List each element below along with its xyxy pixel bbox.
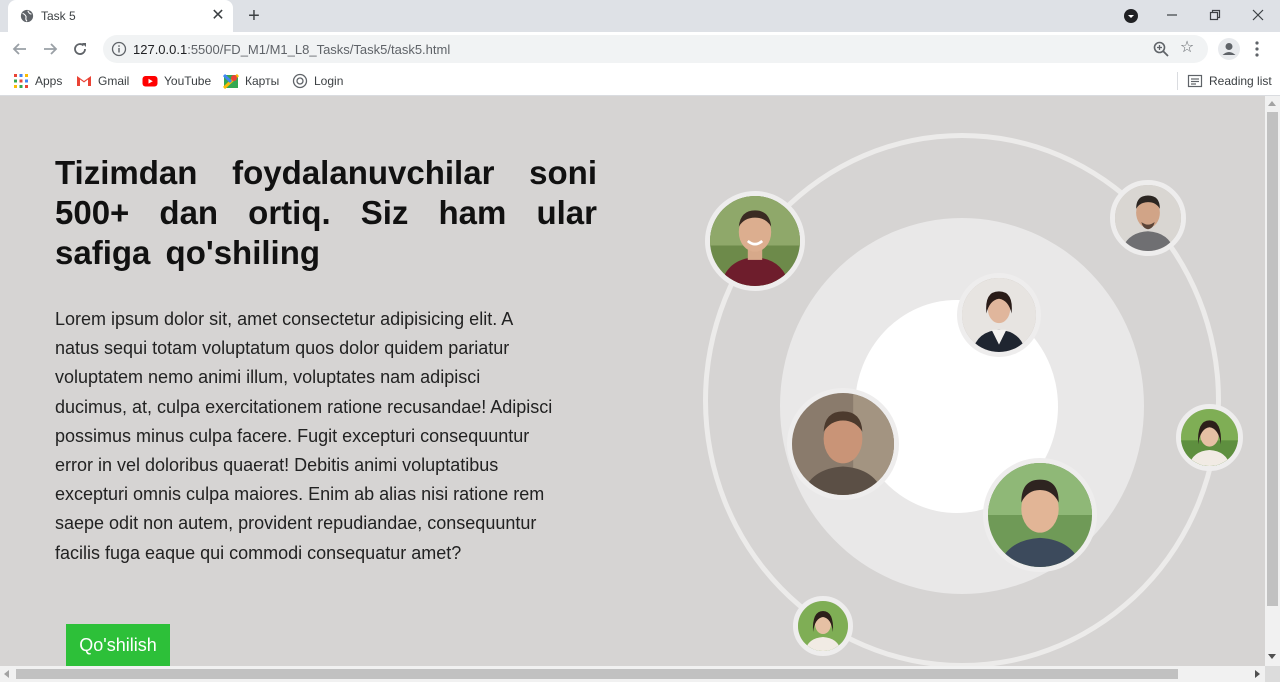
person-photo-icon: [798, 601, 848, 651]
url-path: :5500/FD_M1/M1_L8_Tasks/Task5/task5.html: [187, 42, 451, 57]
user-avatar: [787, 388, 899, 500]
scrollbar-corner: [1265, 666, 1280, 682]
browser-toolbar: 127.0.0.1:5500/FD_M1/M1_L8_Tasks/Task5/t…: [0, 32, 1280, 66]
bookmark-label: Gmail: [98, 74, 130, 88]
tab-search-button[interactable]: [1120, 6, 1142, 26]
back-button[interactable]: [8, 37, 32, 61]
more-vert-icon: [1255, 41, 1259, 57]
user-avatar: [793, 596, 853, 656]
bookmark-star-icon[interactable]: ☆: [1178, 39, 1196, 57]
bookmarks-bar: Apps Gmail YouTube Карты Login Reading l…: [0, 66, 1280, 96]
page-description: Lorem ipsum dolor sit, amet consectetur …: [55, 309, 553, 563]
browser-menu-button[interactable]: [1250, 38, 1264, 60]
reading-list-button[interactable]: Reading list: [1187, 72, 1272, 90]
bookmark-login[interactable]: Login: [292, 72, 343, 90]
reading-list-icon: [1187, 74, 1203, 88]
bookmark-youtube[interactable]: YouTube: [142, 72, 211, 90]
horizontal-scroll-thumb[interactable]: [16, 669, 1178, 679]
reading-list-label: Reading list: [1209, 74, 1272, 88]
bookmark-label: Apps: [35, 74, 63, 88]
tab-close-icon[interactable]: ✕: [208, 6, 228, 26]
person-icon: [1222, 43, 1236, 55]
user-avatar: [983, 458, 1097, 572]
arrow-right-icon: [44, 43, 58, 55]
url-host: 127.0.0.1: [133, 42, 188, 57]
reload-button[interactable]: [68, 37, 92, 61]
minimize-button[interactable]: [1161, 6, 1183, 26]
scroll-left-arrow-icon[interactable]: [4, 670, 9, 678]
vertical-scroll-thumb[interactable]: [1267, 112, 1278, 606]
bookmark-apps[interactable]: Apps: [13, 72, 62, 90]
close-icon: [1252, 9, 1264, 21]
person-photo-icon: [988, 463, 1092, 567]
tab-strip: Task 5 ✕ +: [0, 0, 1280, 32]
tab-title: Task 5: [41, 9, 76, 23]
page-headline: Tizimdan foydalanuvchilar soni 500+ dan …: [55, 154, 597, 271]
youtube-icon: [142, 76, 158, 87]
info-icon[interactable]: [111, 41, 127, 57]
bookmark-label: Карты: [245, 74, 280, 88]
bookmarks-separator: [1177, 72, 1178, 90]
person-photo-icon: [792, 393, 894, 495]
restore-button[interactable]: [1204, 6, 1226, 26]
url-text[interactable]: 127.0.0.1:5500/FD_M1/M1_L8_Tasks/Task5/t…: [133, 42, 450, 57]
person-photo-icon: [1181, 409, 1238, 466]
user-avatar: [705, 191, 805, 291]
bookmark-label: Login: [314, 74, 344, 88]
bookmark-maps[interactable]: Карты: [223, 72, 279, 90]
new-tab-button[interactable]: +: [243, 5, 265, 27]
person-photo-icon: [962, 278, 1036, 352]
user-avatar: [1110, 180, 1186, 256]
page-viewport: Tizimdan foydalanuvchilar soni 500+ dan …: [0, 96, 1265, 666]
join-button[interactable]: Qo'shilish: [66, 624, 170, 666]
arrow-left-icon: [12, 43, 26, 55]
person-photo-icon: [1115, 185, 1181, 251]
zoom-icon[interactable]: [1152, 40, 1170, 58]
profile-avatar-button[interactable]: [1218, 38, 1240, 60]
bookmark-gmail[interactable]: Gmail: [76, 72, 129, 90]
horizontal-scrollbar[interactable]: [0, 666, 1265, 682]
close-window-button[interactable]: [1247, 6, 1269, 26]
scroll-down-arrow-icon[interactable]: [1268, 654, 1276, 659]
address-bar[interactable]: 127.0.0.1:5500/FD_M1/M1_L8_Tasks/Task5/t…: [103, 35, 1208, 63]
user-avatar: [1176, 404, 1243, 471]
scroll-right-arrow-icon[interactable]: [1255, 670, 1260, 678]
user-avatar: [957, 273, 1041, 357]
globe-icon: [20, 9, 34, 23]
bookmark-label: YouTube: [164, 74, 212, 88]
apps-grid-icon: [14, 74, 28, 88]
maps-icon: [223, 73, 239, 89]
chevron-down-circle-icon: [1124, 9, 1138, 23]
login-icon: [292, 73, 308, 89]
scroll-up-arrow-icon[interactable]: [1268, 101, 1276, 106]
gmail-icon: [77, 76, 91, 86]
person-photo-icon: [710, 196, 800, 286]
minimize-icon: [1167, 14, 1177, 16]
reload-icon: [74, 43, 86, 55]
forward-button[interactable]: [38, 37, 62, 61]
vertical-scrollbar[interactable]: [1265, 96, 1280, 666]
restore-icon: [1209, 9, 1221, 21]
browser-tab[interactable]: Task 5 ✕: [8, 0, 233, 32]
